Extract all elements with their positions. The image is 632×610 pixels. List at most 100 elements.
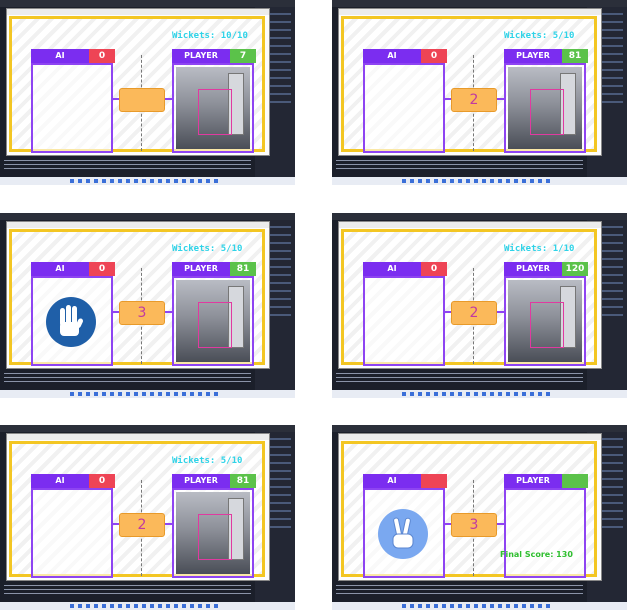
ai-section: AI 0 — [31, 262, 115, 366]
player-score: 81 — [230, 262, 256, 276]
webcam-feed — [176, 67, 250, 149]
ai-panel — [363, 63, 445, 153]
terminal-output — [332, 370, 587, 390]
ai-label: AI — [363, 49, 421, 63]
victory-hand-icon — [377, 508, 429, 560]
player-score — [562, 474, 588, 488]
ide-menu-bar[interactable] — [0, 213, 295, 220]
move-number: 2 — [451, 88, 497, 112]
ai-score — [421, 474, 447, 488]
terminal-output — [332, 582, 587, 602]
taskbar[interactable] — [0, 602, 295, 610]
game-screenshot: Wickets: 5/10 AI 0 3 PLAYER 81 — [0, 213, 295, 398]
game-window: Wickets: 5/10 AI 0 2 PLAYER 81 — [338, 8, 602, 156]
player-panel: Final Score: 130 — [500, 488, 586, 578]
taskbar-app-icons[interactable] — [70, 392, 220, 396]
ai-section: AI — [363, 474, 447, 578]
ai-section: AI 0 — [363, 262, 447, 366]
wickets-counter: Wickets: 5/10 — [172, 456, 243, 466]
wickets-counter: Wickets: 10/10 — [172, 31, 248, 41]
ai-panel — [363, 276, 445, 366]
ai-score: 0 — [421, 49, 447, 63]
game-screenshot: Wickets: 10/10 AI 0 PLAYER 7 — [0, 0, 295, 185]
player-score: 7 — [230, 49, 256, 63]
player-label: PLAYER — [172, 262, 230, 276]
game-screenshot: Wickets: 1/10 AI 0 2 PLAYER 120 — [332, 213, 627, 398]
ide-menu-bar[interactable] — [332, 0, 627, 7]
window-title-bar[interactable] — [339, 434, 601, 440]
game-canvas: Wickets: 5/10 AI 0 3 PLAYER 81 — [9, 229, 265, 366]
taskbar-app-icons[interactable] — [402, 179, 552, 183]
ai-section: AI 0 — [31, 474, 115, 578]
hand-detection-box — [198, 514, 232, 560]
player-section: PLAYER 7 — [172, 49, 256, 153]
ide-menu-bar[interactable] — [0, 0, 295, 7]
hand-detection-box — [530, 89, 564, 135]
hand-detection-box — [198, 89, 232, 135]
webcam-feed — [508, 67, 582, 149]
player-section: PLAYER 120 — [504, 262, 588, 366]
ai-section: AI 0 — [31, 49, 115, 153]
move-number — [119, 88, 165, 112]
player-section: PLAYER 81 — [504, 49, 588, 153]
ai-score: 0 — [89, 49, 115, 63]
taskbar-app-icons[interactable] — [402, 604, 552, 608]
player-label: PLAYER — [504, 474, 562, 488]
game-window: Wickets: 10/10 AI 0 PLAYER 7 — [6, 8, 270, 156]
player-score: 81 — [562, 49, 588, 63]
player-label: PLAYER — [172, 474, 230, 488]
game-screenshot: AI 3 PLAYER Final Score: 130 — [332, 425, 627, 610]
player-section: PLAYER Final Score: 130 — [500, 474, 588, 578]
player-panel — [172, 488, 254, 578]
ai-label: AI — [31, 474, 89, 488]
taskbar-app-icons[interactable] — [402, 392, 552, 396]
taskbar[interactable] — [0, 177, 295, 185]
taskbar-app-icons[interactable] — [70, 604, 220, 608]
game-window: AI 3 PLAYER Final Score: 130 — [338, 433, 602, 581]
ai-panel — [31, 276, 113, 366]
game-canvas: Wickets: 5/10 AI 0 2 PLAYER 81 — [341, 16, 597, 153]
window-title-bar[interactable] — [7, 9, 269, 15]
taskbar[interactable] — [332, 390, 627, 398]
ai-panel — [363, 488, 445, 578]
ide-menu-bar[interactable] — [332, 213, 627, 220]
move-number: 3 — [451, 513, 497, 537]
move-number: 2 — [119, 513, 165, 537]
taskbar[interactable] — [332, 177, 627, 185]
wickets-counter: Wickets: 5/10 — [172, 244, 243, 254]
three-fingers-hand-icon — [45, 296, 97, 348]
game-canvas: Wickets: 1/10 AI 0 2 PLAYER 120 — [341, 229, 597, 366]
taskbar[interactable] — [332, 602, 627, 610]
window-title-bar[interactable] — [339, 222, 601, 228]
ide-menu-bar[interactable] — [0, 425, 295, 432]
ai-label: AI — [31, 262, 89, 276]
player-panel — [504, 276, 586, 366]
player-panel — [172, 63, 254, 153]
player-section: PLAYER 81 — [172, 474, 256, 578]
terminal-output — [0, 370, 255, 390]
game-window: Wickets: 5/10 AI 0 3 PLAYER 81 — [6, 221, 270, 369]
ai-section: AI 0 — [363, 49, 447, 153]
player-section: PLAYER 81 — [172, 262, 256, 366]
webcam-feed — [176, 280, 250, 362]
taskbar[interactable] — [0, 390, 295, 398]
game-canvas: AI 3 PLAYER Final Score: 130 — [341, 441, 597, 578]
ide-menu-bar[interactable] — [332, 425, 627, 432]
ai-label: AI — [363, 474, 421, 488]
player-panel — [504, 63, 586, 153]
webcam-feed — [508, 280, 582, 362]
window-title-bar[interactable] — [339, 9, 601, 15]
game-screenshot: Wickets: 5/10 AI 0 2 PLAYER 81 — [0, 425, 295, 610]
player-label: PLAYER — [504, 262, 562, 276]
move-number: 2 — [451, 301, 497, 325]
ai-score: 0 — [89, 262, 115, 276]
game-window: Wickets: 5/10 AI 0 2 PLAYER 81 — [6, 433, 270, 581]
window-title-bar[interactable] — [7, 222, 269, 228]
webcam-feed — [176, 492, 250, 574]
ai-label: AI — [363, 262, 421, 276]
player-panel — [172, 276, 254, 366]
final-score: Final Score: 130 — [500, 550, 573, 559]
game-screenshot: Wickets: 5/10 AI 0 2 PLAYER 81 — [332, 0, 627, 185]
window-title-bar[interactable] — [7, 434, 269, 440]
taskbar-app-icons[interactable] — [70, 179, 220, 183]
